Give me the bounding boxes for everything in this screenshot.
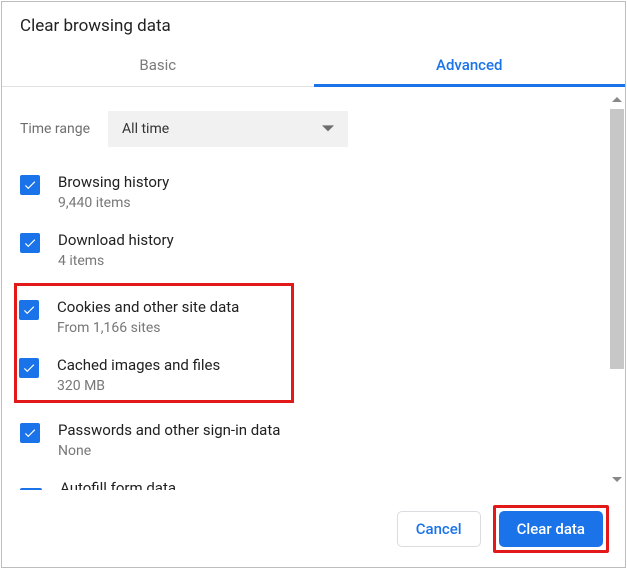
time-range-label: Time range (20, 121, 90, 137)
item-download-history: Download history 4 items (20, 223, 613, 281)
scroll-down-icon[interactable] (610, 472, 624, 488)
item-title: Cookies and other site data (57, 298, 239, 316)
check-icon (23, 426, 37, 440)
item-sub: 9,440 items (58, 195, 169, 211)
item-title: Passwords and other sign-in data (58, 421, 280, 439)
dialog-title: Clear browsing data (2, 2, 625, 46)
item-passwords: Passwords and other sign-in data None (20, 413, 613, 471)
time-range-value: All time (122, 121, 169, 137)
checkbox-autofill[interactable] (20, 488, 42, 490)
chevron-down-icon (322, 120, 334, 139)
item-cache: Cached images and files 320 MB (19, 348, 285, 398)
tab-basic[interactable]: Basic (2, 46, 314, 87)
tab-advanced[interactable]: Advanced (314, 46, 626, 87)
check-icon (23, 178, 37, 192)
item-title: Download history (58, 231, 174, 249)
scrollbar-thumb[interactable] (610, 109, 624, 369)
scroll-up-icon[interactable] (610, 91, 624, 107)
check-icon (22, 361, 36, 375)
scrollbar[interactable] (610, 91, 624, 488)
content: Time range All time Browsing history 9,4… (2, 87, 625, 490)
item-sub: From 1,166 sites (57, 320, 239, 336)
item-sub: 320 MB (57, 378, 220, 394)
item-sub: None (58, 443, 280, 459)
highlight-annotation: Cookies and other site data From 1,166 s… (14, 283, 294, 403)
checkbox-download-history[interactable] (20, 233, 40, 253)
item-autofill: Autofill form data (20, 471, 613, 490)
footer: Cancel Clear data (2, 490, 625, 567)
item-title: Browsing history (58, 173, 169, 191)
clear-data-button[interactable]: Clear data (499, 511, 603, 547)
item-title: Autofill form data (60, 479, 176, 490)
check-icon (23, 236, 37, 250)
clear-browsing-data-dialog: Clear browsing data Basic Advanced Time … (1, 1, 626, 568)
item-cookies: Cookies and other site data From 1,166 s… (19, 290, 285, 348)
checkbox-cookies[interactable] (19, 300, 39, 320)
item-browsing-history: Browsing history 9,440 items (20, 165, 613, 223)
checkbox-browsing-history[interactable] (20, 175, 40, 195)
content-wrap: Time range All time Browsing history 9,4… (2, 87, 625, 490)
checkbox-cache[interactable] (19, 358, 39, 378)
check-icon (22, 303, 36, 317)
tabs: Basic Advanced (2, 46, 625, 87)
checkbox-passwords[interactable] (20, 423, 40, 443)
item-title: Cached images and files (57, 356, 220, 374)
time-range-row: Time range All time (20, 97, 613, 165)
highlight-annotation-clear: Clear data (493, 505, 609, 553)
item-sub: 4 items (58, 253, 174, 269)
cancel-button[interactable]: Cancel (397, 511, 481, 547)
time-range-select[interactable]: All time (108, 111, 348, 147)
